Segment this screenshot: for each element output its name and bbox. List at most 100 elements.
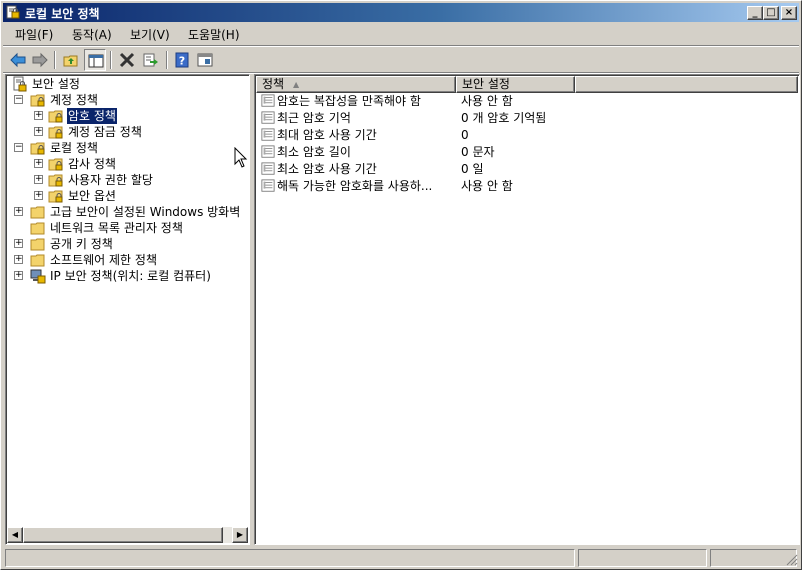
resize-grip-icon[interactable]: [786, 554, 798, 566]
toolbar: ?: [3, 47, 799, 73]
tree-item-label: 고급 보안이 설정된 Windows 방화벽: [50, 205, 241, 219]
expand-icon[interactable]: +: [34, 111, 43, 120]
tree-horizontal-scrollbar[interactable]: ◀ ▶: [7, 527, 248, 543]
maximize-button[interactable]: □: [763, 6, 779, 20]
tree-item[interactable]: 네트워크 목록 관리자 정책: [6, 220, 246, 236]
tree-item[interactable]: + 공개 키 정책: [6, 236, 246, 252]
policy-row[interactable]: 최소 암호 길이 0 문자: [259, 144, 789, 161]
sort-ascending-icon: ▲: [293, 80, 300, 89]
tree-item[interactable]: + IP 보안 정책(위치: 로컬 컴퓨터): [6, 268, 246, 284]
expand-icon[interactable]: +: [34, 191, 43, 200]
console-tree-pane[interactable]: 보안 설정 − 계정 정책 + 암호 정책 + 계정 잠금 정책 − 로컬 정책 + 감사 정책 + 사…: [5, 74, 250, 545]
details-pane[interactable]: 정책 ▲ 보안 설정 암호는 복잡성을 만족해야 함 사용 안 함 최근 암호 기억…: [254, 74, 800, 545]
policy-setting: 사용 안 함: [461, 94, 513, 108]
local-security-policy-window: 로컬 보안 정책 _ □ × 파일(F) 동작(A) 보기(V) 도움말(H): [0, 0, 802, 570]
policy-setting: 0: [461, 128, 469, 142]
column-header-policy[interactable]: 정책 ▲: [256, 76, 456, 93]
folder-icon: [30, 254, 45, 267]
properties-icon: [197, 53, 213, 67]
tree-item[interactable]: 보안 설정: [6, 76, 246, 92]
x-icon: [119, 52, 135, 68]
policy-name: 최소 암호 사용 기간: [277, 162, 377, 176]
tree-item[interactable]: + 감사 정책: [6, 156, 246, 172]
expand-icon[interactable]: +: [34, 127, 43, 136]
folder-lock-icon: [30, 94, 45, 107]
collapse-icon[interactable]: −: [14, 143, 23, 152]
show-hide-tree-button[interactable]: [84, 49, 106, 71]
arrow-right-icon: [32, 52, 48, 68]
svg-text:?: ?: [179, 55, 185, 68]
menu-file[interactable]: 파일(F): [13, 26, 55, 43]
column-setting-label: 보안 설정: [462, 77, 510, 91]
column-header-security-setting[interactable]: 보안 설정: [456, 76, 575, 93]
title-bar[interactable]: 로컬 보안 정책 _ □ ×: [3, 3, 799, 22]
menu-action[interactable]: 동작(A): [70, 26, 114, 43]
policy-item-icon: [261, 162, 275, 175]
security-settings-icon: [13, 76, 27, 92]
delete-button[interactable]: [116, 49, 138, 71]
forward-button[interactable]: [29, 49, 51, 71]
tree-item-label: IP 보안 정책(위치: 로컬 컴퓨터): [50, 269, 211, 283]
expand-icon[interactable]: +: [14, 239, 23, 248]
policy-row[interactable]: 해독 가능한 암호화를 사용하... 사용 안 함: [259, 178, 789, 195]
tree-item[interactable]: + 보안 옵션: [6, 188, 246, 204]
policy-name: 최소 암호 길이: [277, 145, 351, 159]
tree-item-label: 사용자 권한 할당: [68, 173, 153, 187]
minimize-button[interactable]: _: [747, 6, 763, 20]
policy-setting: 0 개 암호 기억됨: [461, 111, 547, 125]
back-button[interactable]: [7, 49, 29, 71]
folder-lock-icon: [48, 110, 63, 123]
expand-icon[interactable]: +: [14, 207, 23, 216]
scroll-thumb[interactable]: [23, 527, 223, 543]
policy-setting: 사용 안 함: [461, 179, 513, 193]
policy-row[interactable]: 최소 암호 사용 기간 0 일: [259, 161, 789, 178]
tree-item-label: 공개 키 정책: [50, 237, 113, 251]
collapse-icon[interactable]: −: [14, 95, 23, 104]
policy-row[interactable]: 암호는 복잡성을 만족해야 함 사용 안 함: [259, 93, 789, 110]
list-header: 정책 ▲ 보안 설정: [256, 76, 798, 93]
export-list-icon: [143, 53, 158, 67]
folder-lock-icon: [48, 190, 63, 203]
arrow-left-icon: [10, 52, 26, 68]
policy-item-icon: [261, 145, 275, 158]
tree-item[interactable]: + 계정 잠금 정책: [6, 124, 246, 140]
policy-setting: 0 문자: [461, 145, 495, 159]
policy-row[interactable]: 최근 암호 기억 0 개 암호 기억됨: [259, 110, 789, 127]
menu-bar: 파일(F) 동작(A) 보기(V) 도움말(H): [3, 23, 799, 45]
scroll-right-button[interactable]: ▶: [232, 527, 248, 543]
help-button[interactable]: ?: [171, 49, 193, 71]
policy-row[interactable]: 최대 암호 사용 기간 0: [259, 127, 789, 144]
close-button[interactable]: ×: [781, 6, 797, 20]
folder-lock-icon: [30, 142, 45, 155]
tree-item-label: 계정 정책: [50, 93, 98, 107]
tree-item[interactable]: − 계정 정책: [6, 92, 246, 108]
expand-icon[interactable]: +: [14, 271, 23, 280]
scroll-left-button[interactable]: ◀: [7, 527, 23, 543]
tree-item[interactable]: + 사용자 권한 할당: [6, 172, 246, 188]
menu-help[interactable]: 도움말(H): [186, 26, 242, 43]
expand-icon[interactable]: +: [34, 175, 43, 184]
tree-item-label: 계정 잠금 정책: [68, 125, 142, 139]
expand-icon[interactable]: +: [34, 159, 43, 168]
policy-name: 해독 가능한 암호화를 사용하...: [277, 179, 433, 193]
up-button[interactable]: [60, 49, 82, 71]
column-policy-label: 정책: [262, 77, 285, 91]
tree-item[interactable]: + 암호 정책: [6, 107, 246, 125]
toolbar-separator: [110, 51, 112, 69]
menu-view[interactable]: 보기(V): [128, 26, 172, 43]
folder-lock-icon: [48, 126, 63, 139]
properties-button[interactable]: [194, 49, 216, 71]
window-title: 로컬 보안 정책: [25, 7, 100, 21]
console-tree-icon: [88, 54, 104, 68]
column-header-empty: [575, 76, 798, 93]
tree-item[interactable]: − 로컬 정책: [6, 140, 246, 156]
folder-lock-icon: [48, 158, 63, 171]
policy-name: 최근 암호 기억: [277, 111, 351, 125]
expand-icon[interactable]: +: [14, 255, 23, 264]
tree-item[interactable]: + 소프트웨어 제한 정책: [6, 252, 246, 268]
policy-item-icon: [261, 94, 275, 107]
tree-item-label: 감사 정책: [68, 157, 116, 171]
export-button[interactable]: [140, 49, 162, 71]
tree-item[interactable]: + 고급 보안이 설정된 Windows 방화벽: [6, 204, 246, 220]
folder-icon: [30, 222, 45, 235]
